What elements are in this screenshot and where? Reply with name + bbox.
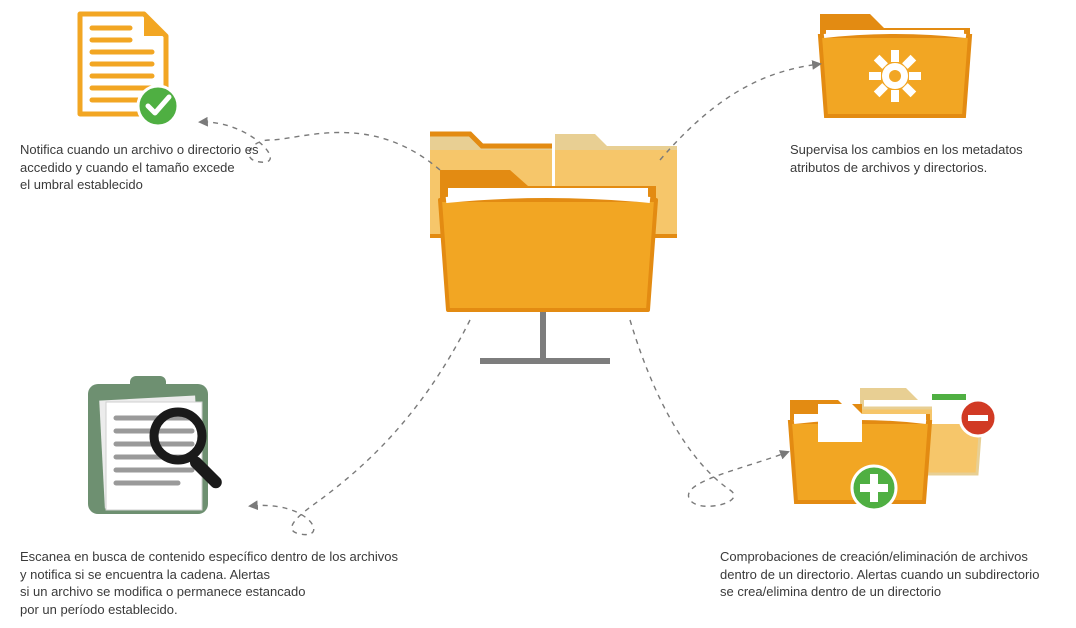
text-line: si un archivo se modifica o permanece es… [20,583,450,601]
text-line: accedido y cuando el tamaño excede [20,159,340,177]
text-line: por un período establecido. [20,601,450,619]
bottom-right-text: Comprobaciones de creación/eliminación d… [720,548,1076,601]
text-line: atributos de archivos y directorios. [790,159,1070,177]
bottom-left-text: Escanea en busca de contenido específico… [20,548,450,618]
folder-gear-icon [820,14,970,116]
text-line: se crea/elimina dentro de un directorio [720,583,1076,601]
top-right-text: Supervisa los cambios en los metadatos a… [790,141,1070,176]
center-folders-icon [430,134,677,364]
text-line: dentro de un directorio. Alertas cuando … [720,566,1076,584]
text-line: Supervisa los cambios en los metadatos [790,141,1070,159]
folder-add-remove-icon [790,388,996,510]
text-line: Notifica cuando un archivo o directorio … [20,141,340,159]
text-line: y notifica si se encuentra la cadena. Al… [20,566,450,584]
diagram-canvas [0,0,1076,628]
clipboard-search-icon [88,376,224,514]
document-check-icon [80,14,178,126]
text-line: el umbral establecido [20,176,340,194]
text-line: Comprobaciones de creación/eliminación d… [720,548,1076,566]
top-left-text: Notifica cuando un archivo o directorio … [20,141,340,194]
text-line: Escanea en busca de contenido específico… [20,548,450,566]
